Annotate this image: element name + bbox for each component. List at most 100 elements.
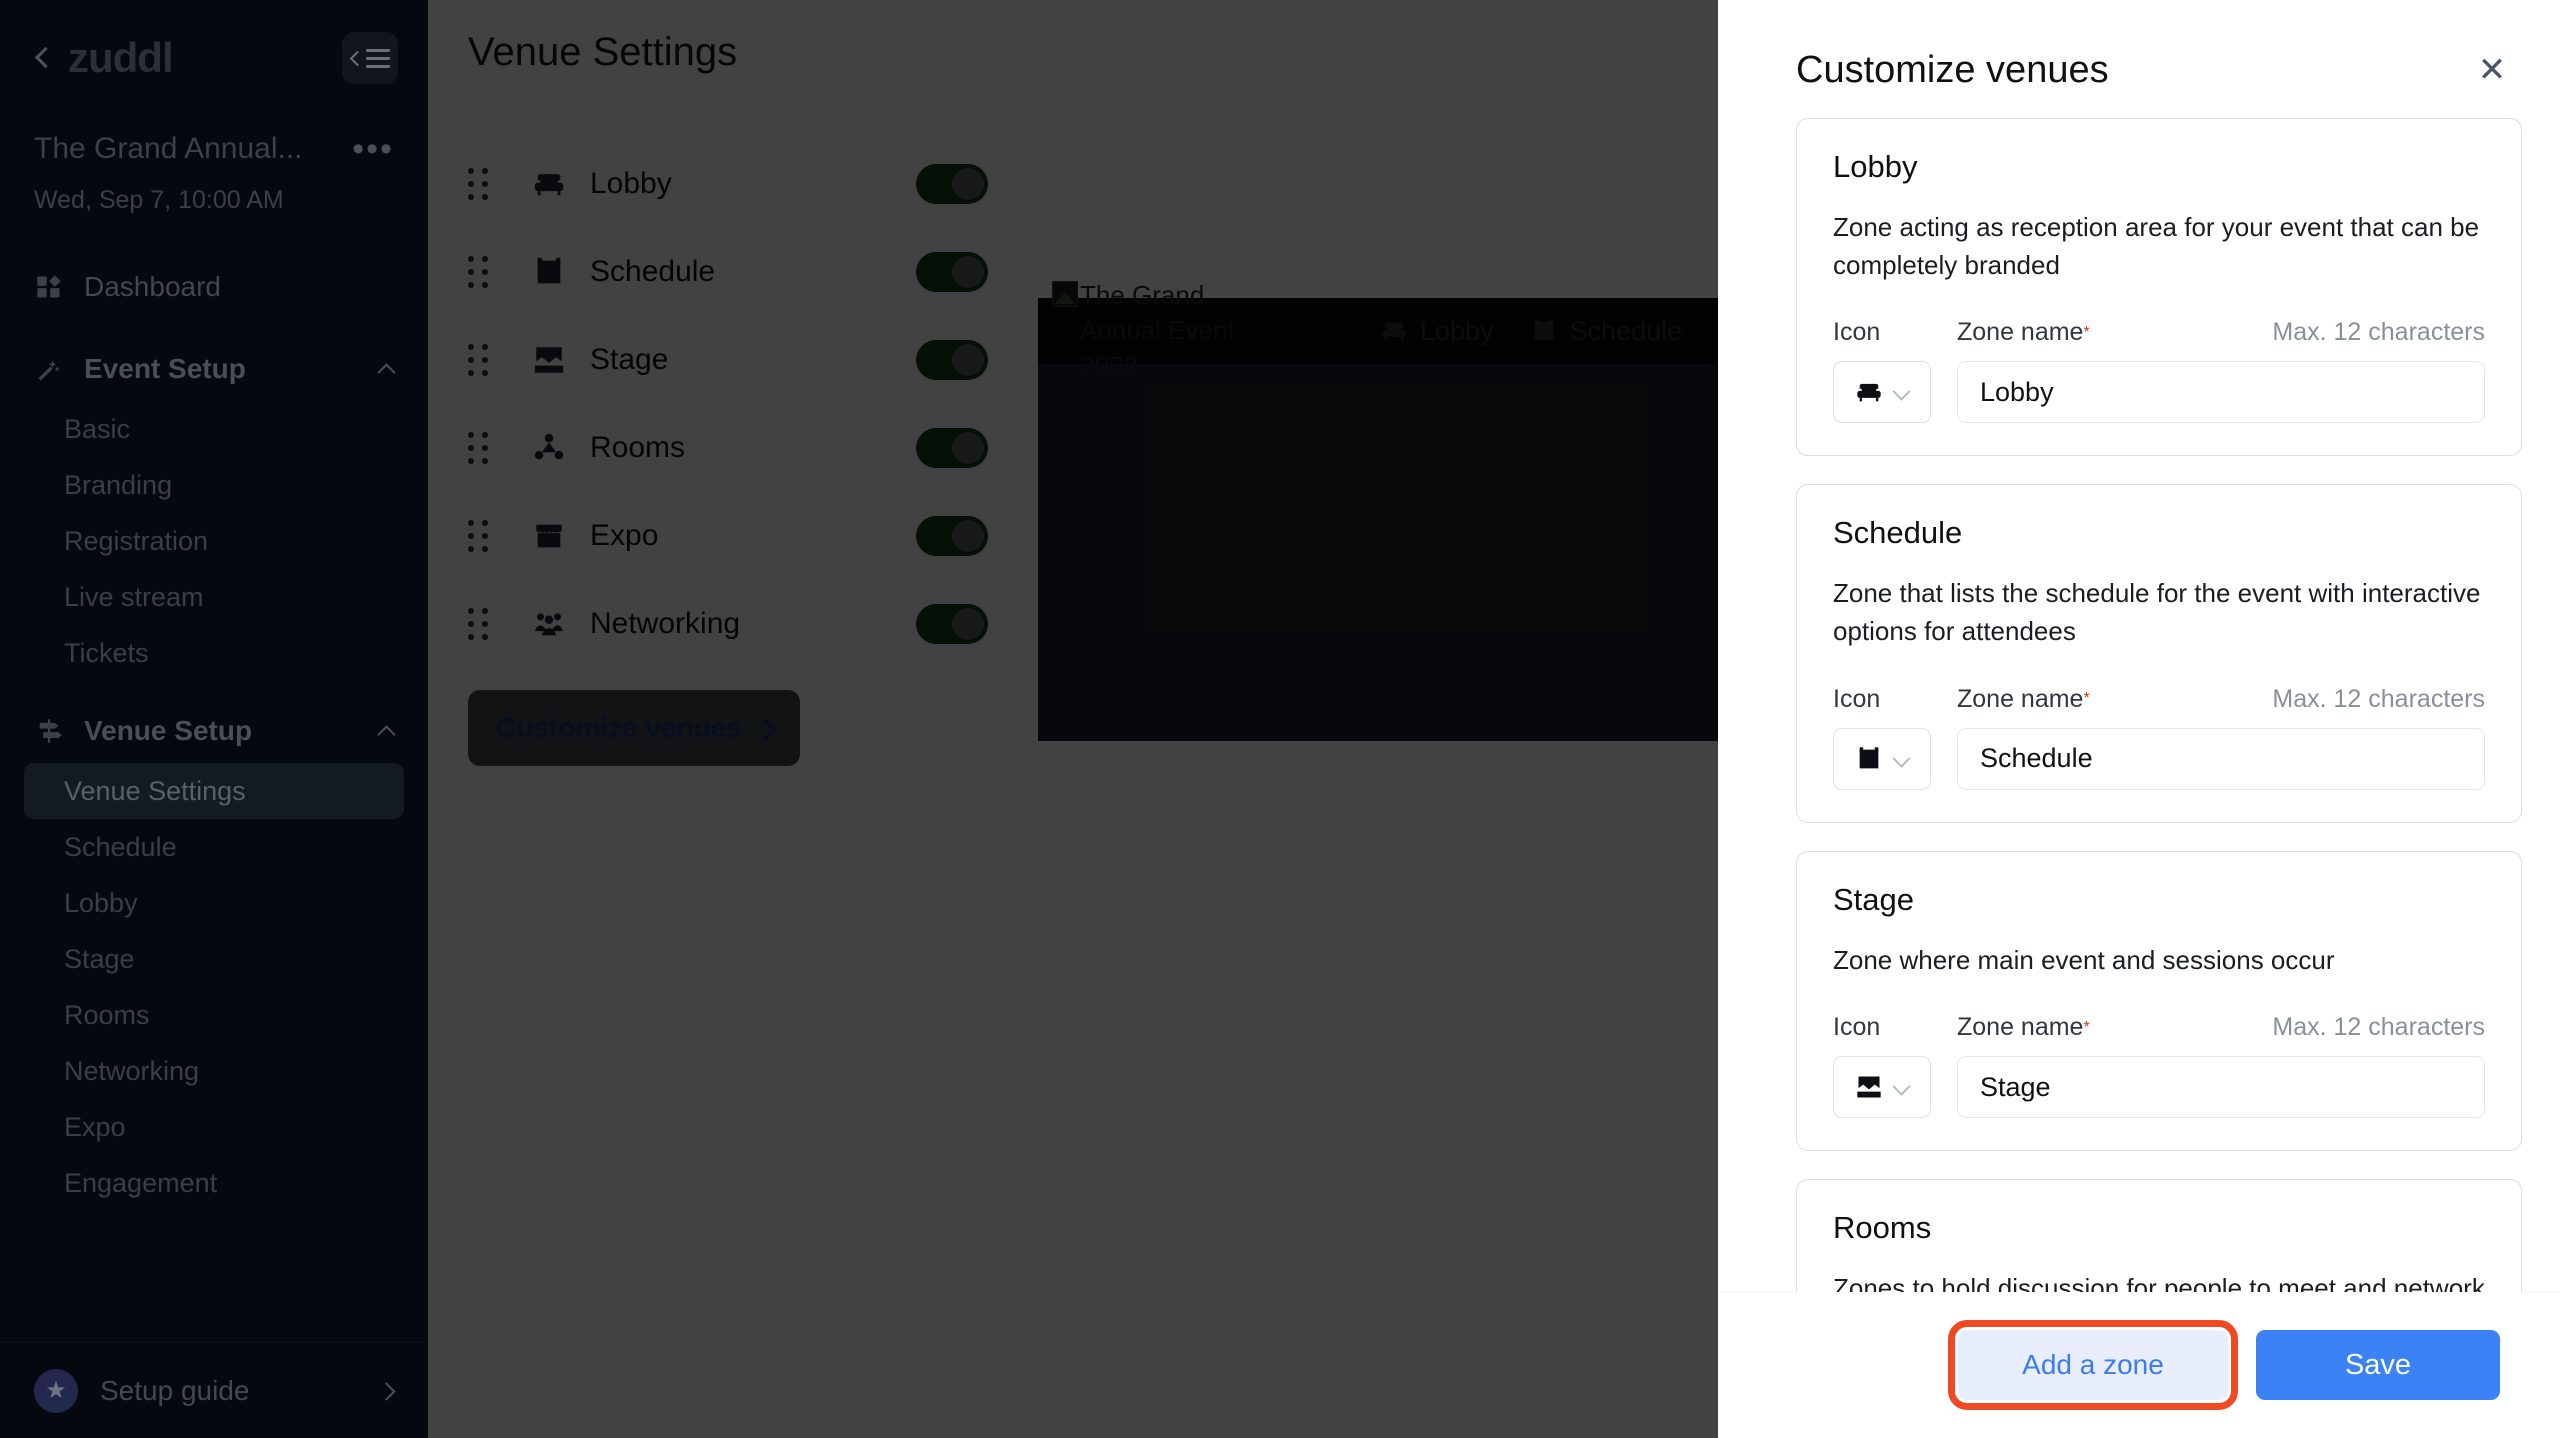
zone-name-label: Zone name	[1957, 685, 2083, 714]
chevron-down-icon	[1893, 751, 1909, 767]
sidebar-item-schedule[interactable]: Schedule	[24, 819, 404, 875]
zone-description: Zone acting as reception area for your e…	[1833, 209, 2485, 284]
back-chevron-icon[interactable]	[34, 44, 50, 72]
zone-description: Zone that lists the schedule for the eve…	[1833, 575, 2485, 650]
sidebar-section-label: Venue Setup	[84, 715, 252, 747]
event-menu-icon[interactable]: •••	[352, 142, 394, 156]
sidebar: zuddl The Grand Annual... ••• Wed, Sep 7…	[0, 0, 428, 1438]
sidebar-item-label: Branding	[64, 470, 172, 501]
icon-label: Icon	[1833, 318, 1957, 347]
zone-description: Zones to hold discussion for people to m…	[1833, 1270, 2485, 1292]
zone-name-label: Zone name	[1957, 1013, 2083, 1042]
add-a-zone-label: Add a zone	[2022, 1349, 2164, 1381]
required-mark: *	[2083, 1019, 2089, 1037]
icon-select-stage[interactable]	[1833, 1056, 1931, 1118]
sidebar-item-engagement[interactable]: Engagement	[24, 1155, 404, 1211]
calendar-icon	[1855, 745, 1883, 773]
chevron-down-icon	[1893, 1079, 1909, 1095]
sidebar-item-venue-settings[interactable]: Venue Settings	[24, 763, 404, 819]
save-button[interactable]: Save	[2256, 1330, 2500, 1400]
sidebar-item-label: Stage	[64, 944, 135, 975]
sidebar-item-label: Engagement	[64, 1168, 217, 1199]
brand-logo-text: zuddl	[68, 34, 173, 82]
panel-body[interactable]: Lobby Zone acting as reception area for …	[1718, 118, 2560, 1292]
sofa-icon	[1855, 378, 1883, 406]
signpost-icon	[34, 716, 64, 746]
sidebar-item-basic[interactable]: Basic	[24, 401, 404, 457]
panel-header: Customize venues ✕	[1718, 0, 2560, 118]
chevron-up-icon	[378, 723, 394, 739]
sidebar-item-label: Tickets	[64, 638, 149, 669]
sidebar-item-networking[interactable]: Networking	[24, 1043, 404, 1099]
event-date: Wed, Sep 7, 10:00 AM	[34, 186, 394, 215]
icon-label: Icon	[1833, 1013, 1957, 1042]
event-name: The Grand Annual...	[34, 132, 303, 166]
brand[interactable]: zuddl	[34, 34, 173, 82]
zone-name-input-schedule[interactable]	[1957, 728, 2485, 790]
setup-guide-button[interactable]: ★ Setup guide	[0, 1342, 428, 1438]
sidebar-header: zuddl	[0, 0, 428, 84]
max-chars-hint: Max. 12 characters	[2272, 1013, 2485, 1042]
zone-title: Schedule	[1833, 515, 2485, 551]
sidebar-item-label: Schedule	[64, 832, 177, 863]
sidebar-item-dashboard[interactable]: Dashboard	[0, 255, 428, 319]
zone-name-input-lobby[interactable]	[1957, 361, 2485, 423]
zone-title: Rooms	[1833, 1210, 2485, 1246]
sidebar-item-label: Live stream	[64, 582, 204, 613]
customize-venues-panel: Customize venues ✕ Lobby Zone acting as …	[1718, 0, 2560, 1438]
event-info: The Grand Annual... ••• Wed, Sep 7, 10:0…	[0, 84, 428, 215]
chevron-left-icon	[350, 50, 360, 66]
sidebar-item-registration[interactable]: Registration	[24, 513, 404, 569]
icon-label: Icon	[1833, 685, 1957, 714]
zone-card-rooms: Rooms Zones to hold discussion for peopl…	[1796, 1179, 2522, 1292]
magic-wand-icon	[34, 354, 64, 384]
star-badge-icon: ★	[34, 1369, 78, 1413]
sidebar-item-live-stream[interactable]: Live stream	[24, 569, 404, 625]
sidebar-item-label: Networking	[64, 1056, 199, 1087]
zone-title: Stage	[1833, 882, 2485, 918]
theater-icon	[1855, 1073, 1883, 1101]
panel-footer: Add a zone Save	[1718, 1292, 2560, 1438]
zone-name-label: Zone name	[1957, 318, 2083, 347]
chevron-down-icon	[1893, 384, 1909, 400]
sidebar-item-rooms[interactable]: Rooms	[24, 987, 404, 1043]
hamburger-icon	[366, 49, 390, 68]
icon-select-lobby[interactable]	[1833, 361, 1931, 423]
max-chars-hint: Max. 12 characters	[2272, 685, 2485, 714]
sidebar-item-lobby[interactable]: Lobby	[24, 875, 404, 931]
sidebar-item-label: Rooms	[64, 1000, 150, 1031]
icon-select-schedule[interactable]	[1833, 728, 1931, 790]
required-mark: *	[2083, 324, 2089, 342]
sidebar-item-label: Registration	[64, 526, 208, 557]
sidebar-section-venue-setup[interactable]: Venue Setup	[0, 699, 428, 763]
sidebar-item-label: Dashboard	[84, 271, 221, 303]
zone-title: Lobby	[1833, 149, 2485, 185]
sidebar-item-expo[interactable]: Expo	[24, 1099, 404, 1155]
zone-card-stage: Stage Zone where main event and sessions…	[1796, 851, 2522, 1152]
sidebar-item-label: Expo	[64, 1112, 126, 1143]
save-label: Save	[2345, 1349, 2411, 1382]
zone-description: Zone where main event and sessions occur	[1833, 942, 2485, 980]
panel-title: Customize venues	[1796, 49, 2109, 92]
sidebar-section-label: Event Setup	[84, 353, 246, 385]
zone-name-input-stage[interactable]	[1957, 1056, 2485, 1118]
chevron-up-icon	[378, 361, 394, 377]
sidebar-item-label: Lobby	[64, 888, 138, 919]
sidebar-nav: Dashboard Event Setup Basic Branding Reg…	[0, 255, 428, 1342]
sidebar-item-tickets[interactable]: Tickets	[24, 625, 404, 681]
sidebar-item-label: Venue Settings	[64, 776, 246, 807]
dashboard-icon	[34, 272, 64, 302]
sidebar-item-stage[interactable]: Stage	[24, 931, 404, 987]
sidebar-item-branding[interactable]: Branding	[24, 457, 404, 513]
max-chars-hint: Max. 12 characters	[2272, 318, 2485, 347]
chevron-right-icon	[380, 1381, 394, 1401]
add-a-zone-button[interactable]: Add a zone	[1958, 1330, 2228, 1400]
sidebar-item-label: Basic	[64, 414, 130, 445]
app-root: zuddl The Grand Annual... ••• Wed, Sep 7…	[0, 0, 2560, 1438]
setup-guide-label: Setup guide	[100, 1375, 249, 1407]
zone-card-lobby: Lobby Zone acting as reception area for …	[1796, 118, 2522, 456]
zone-card-schedule: Schedule Zone that lists the schedule fo…	[1796, 484, 2522, 822]
close-icon[interactable]: ✕	[2470, 48, 2514, 92]
collapse-sidebar-button[interactable]	[342, 32, 398, 84]
sidebar-section-event-setup[interactable]: Event Setup	[0, 337, 428, 401]
